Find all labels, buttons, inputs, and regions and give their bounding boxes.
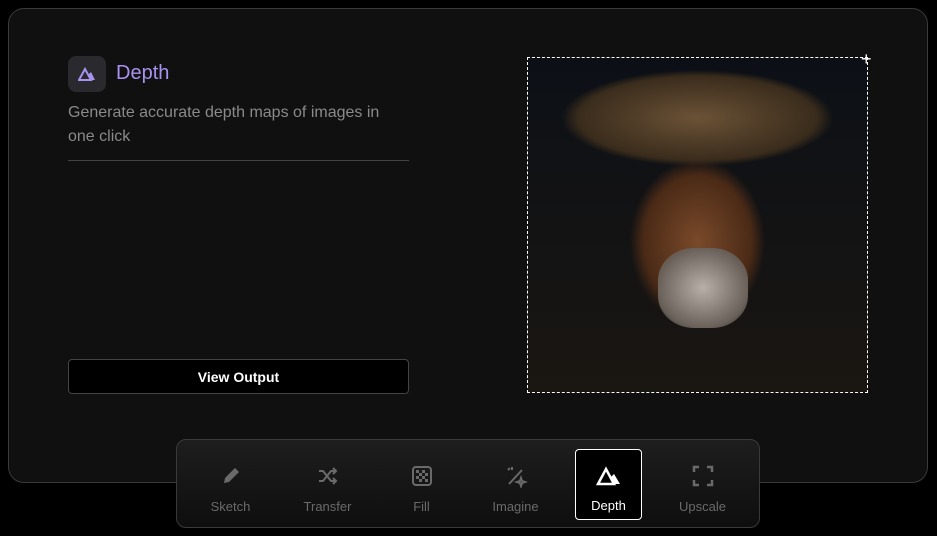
tool-label: Fill (413, 499, 430, 514)
tool-label: Transfer (303, 499, 352, 514)
tool-sketch[interactable]: Sketch (197, 449, 264, 520)
tool-label: Sketch (210, 499, 251, 514)
tool-label: Imagine (492, 499, 539, 514)
tool-transfer[interactable]: Transfer (294, 449, 361, 520)
magic-wand-icon (506, 467, 528, 488)
checkerboard-icon (411, 466, 432, 486)
expand-icon (692, 465, 713, 487)
input-image[interactable] (527, 57, 868, 393)
divider (68, 160, 409, 161)
description: Generate accurate depth maps of images i… (68, 104, 380, 145)
view-output-button[interactable]: View Output (68, 359, 409, 394)
image-detail (658, 248, 748, 328)
tool-depth[interactable]: Depth (575, 449, 642, 520)
mountain-icon (595, 466, 620, 486)
page-title: Depth (116, 62, 170, 84)
tool-imagine[interactable]: Imagine (482, 449, 549, 520)
add-icon[interactable]: + (861, 49, 872, 70)
tool-upscale[interactable]: Upscale (669, 449, 736, 520)
tool-label: Upscale (679, 499, 726, 514)
mountain-icon (68, 56, 106, 92)
pencil-icon (223, 468, 239, 483)
tool-dock: Sketch Transfer Fill Imagine Depth Upsca… (176, 439, 760, 528)
tool-fill[interactable]: Fill (388, 449, 455, 520)
shuffle-icon (318, 467, 337, 485)
tool-label: Depth (591, 498, 626, 513)
